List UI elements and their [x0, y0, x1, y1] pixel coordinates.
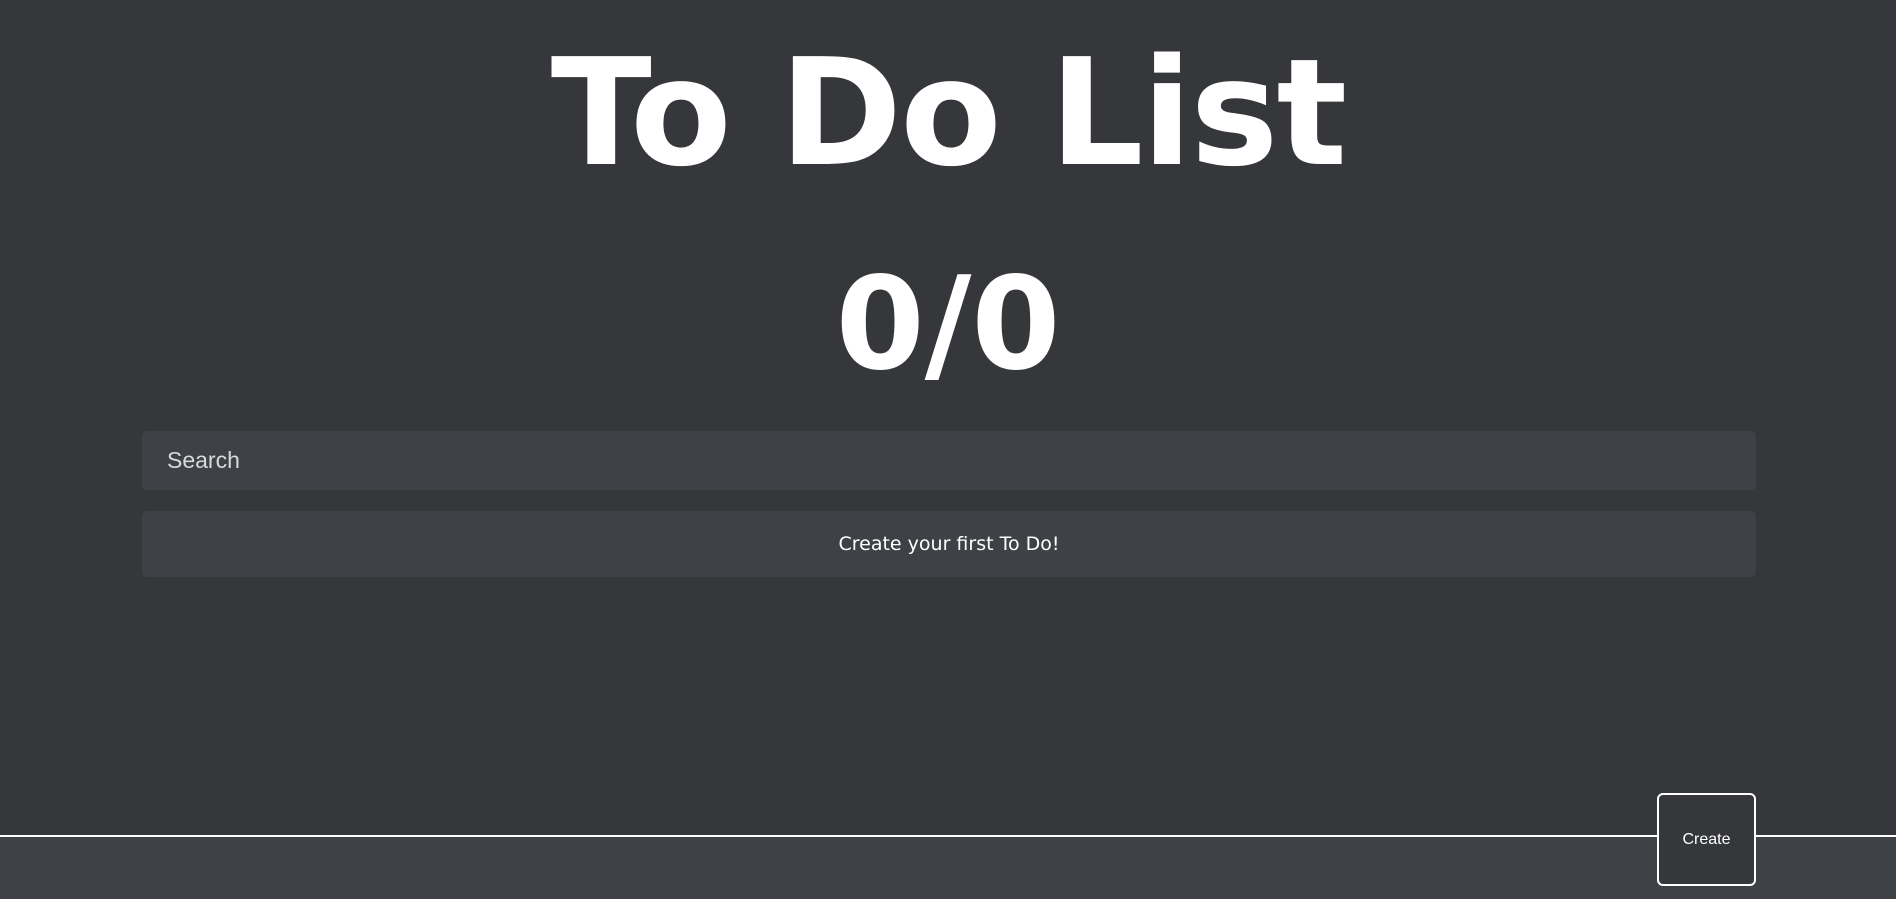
create-button[interactable]: Create	[1657, 793, 1756, 886]
page-title: To Do List	[550, 27, 1347, 199]
empty-list-label: Create your first To Do!	[838, 533, 1060, 555]
completion-counter: 0/0	[835, 250, 1061, 399]
search-input[interactable]	[142, 431, 1756, 490]
empty-list-message: Create your first To Do!	[142, 511, 1756, 577]
footer-bar	[0, 835, 1896, 899]
todo-app: To Do List 0/0 Create your first To Do! …	[0, 0, 1896, 899]
